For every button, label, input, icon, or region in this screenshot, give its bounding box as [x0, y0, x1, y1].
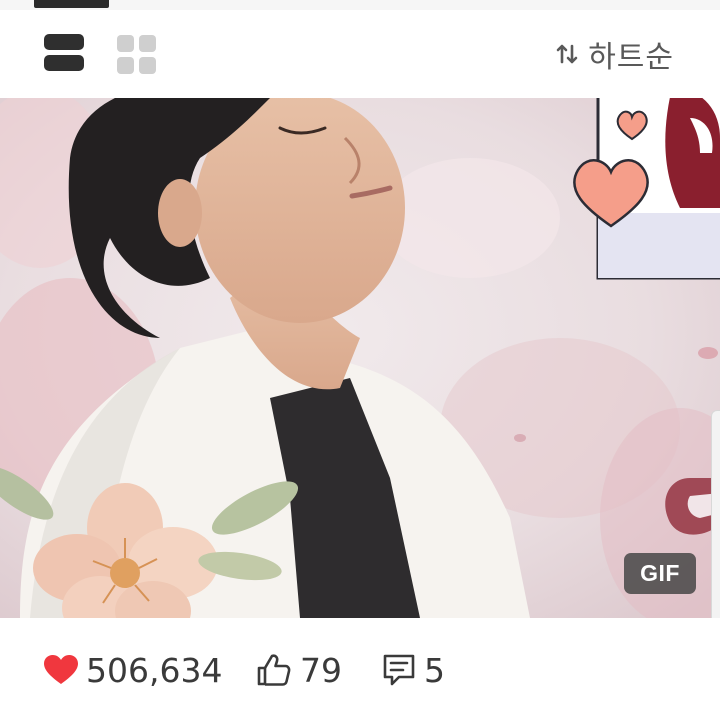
likes-count: 79: [300, 650, 342, 690]
grid-view-icon-cell: [139, 35, 156, 52]
gif-badge: GIF: [624, 553, 696, 594]
sort-arrows-icon: [556, 42, 578, 66]
likes-stat[interactable]: 79: [256, 650, 342, 690]
hearts-stat[interactable]: 506,634: [44, 650, 222, 690]
comments-count: 5: [424, 650, 445, 690]
list-view-icon-bar: [44, 55, 84, 71]
list-view-icon: [44, 34, 84, 50]
post-stats: 506,634 79 5: [0, 618, 720, 720]
sort-button[interactable]: 하트순: [556, 32, 674, 76]
sort-label: 하트순: [588, 40, 674, 75]
thumbnail-image: [0, 98, 720, 618]
list-view-button[interactable]: [44, 34, 84, 74]
grid-view-icon: [117, 35, 134, 52]
thumbs-up-icon: [256, 653, 292, 687]
hearts-count: 506,634: [86, 650, 223, 690]
app-screen: 하트순 GIF 506,634 79 5: [0, 0, 720, 720]
grid-view-button[interactable]: [117, 35, 156, 74]
gif-thumbnail[interactable]: GIF: [0, 98, 720, 618]
side-scroll-handle[interactable]: [711, 410, 720, 634]
active-tab-indicator: [34, 0, 109, 8]
toolbar: 하트순: [0, 10, 720, 98]
heart-icon: [44, 655, 78, 685]
comments-stat[interactable]: 5: [382, 650, 445, 690]
comment-icon: [382, 653, 416, 687]
grid-view-icon-cell: [117, 57, 134, 74]
grid-view-icon-cell: [139, 57, 156, 74]
